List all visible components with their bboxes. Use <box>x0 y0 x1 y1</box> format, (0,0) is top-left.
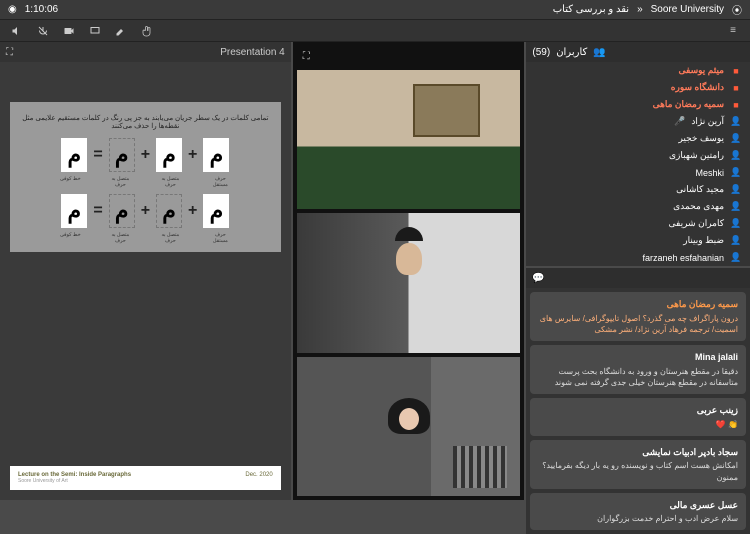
slide-area[interactable]: تمامی کلمات در یک سطر جریان می‌یابند به … <box>0 62 291 500</box>
message-author: سجاد بادپر ادبیات نمایشی <box>538 446 738 459</box>
slide-footer-sub: Soore University of Art <box>18 478 131 484</box>
chat-message: زینب عربی 👏 ❤️ <box>530 398 746 436</box>
breadcrumb: ⦿ Soore University « نقد و بررسی کتاب <box>553 2 742 17</box>
message-author: Mina jalali <box>538 351 738 364</box>
chat-icon: 💬 <box>532 273 544 284</box>
chat-body[interactable]: سمیه رمضان ماهی درون پاراگراف چه می گذرد؟… <box>526 288 750 534</box>
user-icon: 👤 <box>730 184 742 195</box>
user-row[interactable]: 👤 farzaneh esfahanian <box>526 249 750 266</box>
user-row[interactable]: ■ سمیه رمضان ماهی <box>526 96 750 113</box>
user-name: ضبط وبینار <box>683 235 724 246</box>
menu-icon[interactable]: ≡ <box>722 22 744 40</box>
glyph-row-1: م= م+ م+ م <box>20 138 271 172</box>
chat-message: سجاد بادپر ادبیات نمایشیامکانش هست اسم ک… <box>530 440 746 489</box>
user-name: رامتین شهبازی <box>669 150 724 161</box>
timer: 1:10:06 <box>25 4 58 15</box>
user-row[interactable]: 👤 Meshki <box>526 164 750 181</box>
user-row[interactable]: ■ میثم یوسفی <box>526 62 750 79</box>
user-icon: 👤 <box>730 150 742 161</box>
slide-footer: Lecture on the Semi: Inside Paragraphs S… <box>10 466 281 490</box>
message-author: سمیه رمضان ماهی <box>538 298 738 311</box>
annotate-icon[interactable] <box>110 22 132 40</box>
message-author: عسل عسری مالی <box>538 499 738 512</box>
message-author: زینب عربی <box>538 404 738 417</box>
message-body: دقیقا در مقطع هنرستان و ورود به دانشگاه … <box>538 366 738 388</box>
record-icon: ◉ <box>8 4 17 15</box>
users-title: کاربران <box>556 47 587 58</box>
user-row[interactable]: 👤 رامتین شهبازی <box>526 147 750 164</box>
raise-hand-icon[interactable] <box>136 22 158 40</box>
mic-icon: 🎤 <box>674 116 685 127</box>
user-row[interactable]: 👤 یوسف خجیر <box>526 130 750 147</box>
user-name: کامران شریفی <box>669 218 725 229</box>
user-icon: 👤 <box>730 167 742 178</box>
message-body: 👏 ❤️ <box>538 419 738 430</box>
expand-icon[interactable]: ⛶ <box>6 47 13 58</box>
videos-expand-icon[interactable]: ⛶ <box>303 51 310 62</box>
user-name: Meshki <box>696 168 725 178</box>
mic-off-icon[interactable] <box>32 22 54 40</box>
user-name: مجید کاشانی <box>676 184 724 195</box>
user-row[interactable]: 👤 مهدی محمدی <box>526 198 750 215</box>
user-row[interactable]: ■ دانشگاه سوره <box>526 79 750 96</box>
message-body: درون پاراگراف چه می گذرد؟ اصول تایپوگراف… <box>538 313 738 335</box>
logo-icon: ⦿ <box>732 2 742 17</box>
user-name: میثم یوسفی <box>679 65 725 76</box>
university-name: Soore University <box>651 4 724 15</box>
moderator-icon: ■ <box>730 100 742 110</box>
webcam-tile-1[interactable] <box>297 70 521 209</box>
user-list[interactable]: ■ میثم یوسفی ■ دانشگاه سوره ■ سمیه رمضان ماهی… <box>526 62 750 266</box>
chat-message: سمیه رمضان ماهی درون پاراگراف چه می گذرد؟… <box>530 292 746 341</box>
user-name: سمیه رمضان ماهی <box>653 99 724 110</box>
user-name: آرین نژاد <box>691 116 724 127</box>
users-icon: 👥 <box>593 47 605 58</box>
timer-area: ◉ 1:10:06 <box>8 4 58 15</box>
user-name: دانشگاه سوره <box>671 82 724 93</box>
moderator-icon: ■ <box>730 66 742 76</box>
webcam-tile-2[interactable] <box>297 213 521 352</box>
glyph-row-2: م= م+ م+ م <box>20 194 271 228</box>
user-row[interactable]: 👤 ضبط وبینار <box>526 232 750 249</box>
slide-footer-date: Dec. 2020 <box>245 472 272 484</box>
user-row[interactable]: 👤 آرین نژاد 🎤 <box>526 113 750 130</box>
webcam-tile-3[interactable] <box>297 357 521 496</box>
screen-share-icon[interactable] <box>84 22 106 40</box>
session-title: نقد و بررسی کتاب <box>553 4 629 15</box>
webcam-icon[interactable] <box>58 22 80 40</box>
moderator-icon: ■ <box>730 83 742 93</box>
user-icon: 👤 <box>730 116 742 127</box>
user-name: farzaneh esfahanian <box>642 253 724 263</box>
user-row[interactable]: 👤 مجید کاشانی <box>526 181 750 198</box>
chat-message: عسل عسری مالیسلام عرض ادب و احترام خدمت … <box>530 493 746 531</box>
slide-caption: تمامی کلمات در یک سطر جریان می‌یابند به … <box>20 114 271 130</box>
user-name: یوسف خجیر <box>678 133 724 144</box>
presentation-title: Presentation 4 <box>220 47 285 58</box>
user-name: مهدی محمدی <box>673 201 724 212</box>
user-icon: 👤 <box>730 252 742 263</box>
message-body: سلام عرض ادب و احترام خدمت بزرگواران <box>538 513 738 524</box>
users-count: (59) <box>532 47 550 58</box>
audio-icon[interactable] <box>6 22 28 40</box>
user-row[interactable]: 👤 کامران شریفی <box>526 215 750 232</box>
user-icon: 👤 <box>730 201 742 212</box>
message-body: امکانش هست اسم کتاب و نویسنده رو یه بار … <box>538 460 738 482</box>
user-icon: 👤 <box>730 133 742 144</box>
user-icon: 👤 <box>730 235 742 246</box>
chat-message: Mina jalali دقیقا در مقطع هنرستان و ورود … <box>530 345 746 394</box>
slide: تمامی کلمات در یک سطر جریان می‌یابند به … <box>10 102 281 252</box>
user-icon: 👤 <box>730 218 742 229</box>
